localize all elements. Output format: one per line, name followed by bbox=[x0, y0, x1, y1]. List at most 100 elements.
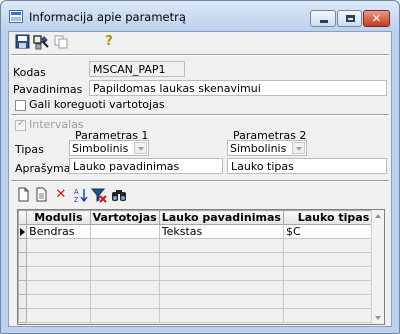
minimize-icon bbox=[320, 20, 328, 23]
empty-cell[interactable] bbox=[158, 266, 284, 281]
find-button[interactable] bbox=[111, 187, 127, 203]
column-header-lauko-pavadinimas[interactable]: Lauko pavadinimas bbox=[158, 210, 284, 225]
table-row[interactable] bbox=[18, 294, 384, 309]
table-row[interactable] bbox=[18, 308, 384, 323]
find-icon bbox=[112, 190, 126, 201]
cell-lauko-tipas[interactable]: $C bbox=[282, 224, 384, 239]
save-icon bbox=[15, 34, 30, 49]
column-header-vartotojas[interactable]: Vartotojas bbox=[89, 210, 160, 225]
kodas-field[interactable]: MSCAN_PAP1 bbox=[89, 61, 185, 77]
row-indicator bbox=[18, 238, 28, 253]
dialog-window: Informacija apie parametrą ✕ ? Kodas MSC… bbox=[0, 0, 400, 334]
table-row[interactable] bbox=[18, 252, 384, 267]
help-button[interactable]: ? bbox=[101, 34, 117, 50]
empty-cell[interactable] bbox=[282, 266, 384, 281]
clear-filter-button[interactable] bbox=[90, 187, 107, 203]
new-document-icon bbox=[36, 187, 47, 202]
column-header-lauko-tipas[interactable]: Lauko tipas bbox=[282, 210, 384, 225]
table-row[interactable] bbox=[18, 238, 384, 253]
empty-cell[interactable] bbox=[26, 266, 91, 281]
tipas-2-select[interactable]: Simbolinis bbox=[227, 140, 307, 156]
maximize-icon bbox=[346, 15, 355, 22]
table-row[interactable] bbox=[18, 266, 384, 281]
indicator-header bbox=[18, 210, 28, 225]
save-button[interactable] bbox=[15, 34, 31, 50]
cell-lauko-pavadinimas[interactable]: Tekstas bbox=[158, 224, 284, 239]
chevron-down-icon[interactable] bbox=[134, 142, 147, 154]
pavadinimas-label: Pavadinimas bbox=[13, 83, 83, 96]
empty-cell[interactable] bbox=[26, 294, 91, 309]
grid-header-row: Modulis Vartotojas Lauko pavadinimas Lau… bbox=[18, 210, 384, 225]
parameters-grid[interactable]: Modulis Vartotojas Lauko pavadinimas Lau… bbox=[17, 209, 385, 325]
empty-cell[interactable] bbox=[282, 294, 384, 309]
chevron-down-icon[interactable] bbox=[292, 142, 305, 154]
cell-vartotojas[interactable] bbox=[89, 224, 160, 239]
section-divider-2 bbox=[11, 180, 389, 182]
svg-text:Z: Z bbox=[74, 197, 79, 203]
tools-button[interactable] bbox=[33, 34, 49, 50]
empty-cell[interactable] bbox=[282, 308, 384, 323]
clear-filter-icon bbox=[90, 188, 107, 203]
empty-cell[interactable] bbox=[89, 280, 160, 295]
title-bar[interactable]: Informacija apie parametrą ✕ bbox=[1, 1, 399, 31]
empty-cell[interactable] bbox=[158, 280, 284, 295]
aprasymas-label: Aprašymas bbox=[15, 162, 77, 175]
delete-icon: ✕ bbox=[55, 187, 67, 202]
empty-cell[interactable] bbox=[158, 238, 284, 253]
empty-cell[interactable] bbox=[158, 294, 284, 309]
grid-table: Modulis Vartotojas Lauko pavadinimas Lau… bbox=[18, 210, 384, 323]
sort-button[interactable]: A Z bbox=[73, 187, 89, 204]
empty-cell[interactable] bbox=[158, 308, 284, 323]
table-row[interactable]: Bendras Tekstas $C bbox=[18, 224, 384, 239]
new-record-button[interactable] bbox=[17, 187, 33, 203]
minimize-button[interactable] bbox=[310, 10, 336, 27]
scroll-up-icon[interactable] bbox=[372, 210, 384, 222]
close-button[interactable]: ✕ bbox=[363, 10, 390, 27]
intervalas-checkbox[interactable]: ✓ bbox=[15, 118, 26, 131]
empty-cell[interactable] bbox=[26, 280, 91, 295]
row-indicator bbox=[18, 308, 28, 323]
aprasymas-2-field[interactable]: Lauko tipas bbox=[227, 158, 387, 174]
aprasymas-1-field[interactable]: Lauko pavadinimas bbox=[69, 158, 223, 174]
maximize-button[interactable] bbox=[337, 10, 362, 27]
window-title: Informacija apie parametrą bbox=[29, 10, 186, 24]
tipas-1-select[interactable]: Simbolinis bbox=[69, 140, 149, 156]
empty-cell[interactable] bbox=[89, 294, 160, 309]
section-divider-1 bbox=[11, 114, 389, 116]
delete-button[interactable]: ✕ bbox=[53, 187, 69, 203]
row-indicator bbox=[18, 224, 28, 239]
new-record-icon bbox=[18, 187, 29, 202]
row-indicator bbox=[18, 252, 28, 267]
gali-koreguoti-label: Gali koreguoti vartotojas bbox=[29, 98, 165, 111]
empty-cell[interactable] bbox=[282, 280, 384, 295]
empty-cell[interactable] bbox=[26, 238, 91, 253]
table-row[interactable] bbox=[18, 280, 384, 295]
empty-cell[interactable] bbox=[26, 308, 91, 323]
dialog-client-area: ? Kodas MSCAN_PAP1 Pavadinimas Papildoma… bbox=[8, 31, 392, 327]
pavadinimas-field[interactable]: Papildomas laukas skenavimui bbox=[89, 80, 387, 96]
empty-cell[interactable] bbox=[89, 266, 160, 281]
cell-modulis[interactable]: Bendras bbox=[26, 224, 91, 239]
kodas-label: Kodas bbox=[13, 66, 46, 79]
empty-cell[interactable] bbox=[26, 252, 91, 267]
empty-cell[interactable] bbox=[158, 252, 284, 267]
gali-koreguoti-checkbox[interactable] bbox=[15, 100, 26, 111]
empty-cell[interactable] bbox=[282, 238, 384, 253]
empty-cell[interactable] bbox=[89, 252, 160, 267]
close-icon: ✕ bbox=[371, 12, 382, 25]
column-header-modulis[interactable]: Modulis bbox=[26, 210, 91, 225]
empty-cell[interactable] bbox=[89, 238, 160, 253]
help-icon: ? bbox=[105, 34, 113, 49]
row-indicator bbox=[18, 266, 28, 281]
tipas-2-value: Simbolinis bbox=[230, 142, 287, 155]
new-document-button[interactable] bbox=[35, 187, 51, 203]
scroll-down-icon[interactable] bbox=[372, 312, 384, 324]
copy-button[interactable] bbox=[53, 34, 69, 50]
vertical-scrollbar[interactable] bbox=[371, 210, 384, 324]
empty-cell[interactable] bbox=[89, 308, 160, 323]
row-indicator bbox=[18, 294, 28, 309]
tipas-1-value: Simbolinis bbox=[72, 142, 129, 155]
tipas-label: Tipas bbox=[15, 143, 44, 156]
empty-cell[interactable] bbox=[282, 252, 384, 267]
app-icon bbox=[9, 10, 23, 23]
